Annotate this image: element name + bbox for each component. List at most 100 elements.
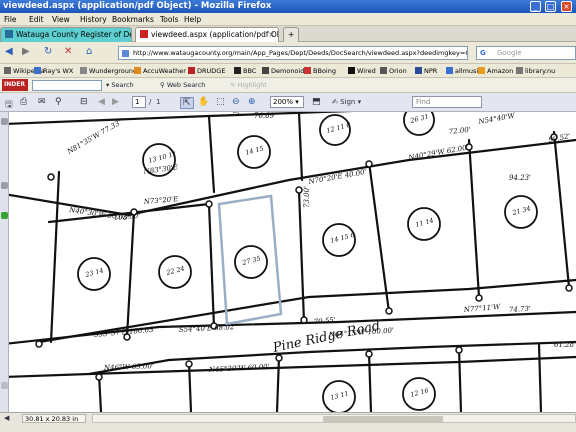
google-icon: G: [480, 49, 486, 57]
bookmark-demonoid[interactable]: Demonoid: [262, 67, 304, 75]
menu-help[interactable]: Help: [184, 15, 201, 24]
attachments-panel-icon[interactable]: [1, 212, 8, 219]
toolbar-search-field[interactable]: [32, 80, 102, 91]
bookmarks-toolbar: Wikipedia Ray's WX Wunderground AccuWeather…: [0, 64, 576, 78]
bookmark-wunderground[interactable]: Wunderground: [80, 67, 137, 75]
bearing-label: N54°40'W: [477, 112, 516, 126]
lot-number-label: 13 10 11: [147, 150, 177, 165]
bookmark-npr[interactable]: NPR: [415, 67, 437, 75]
bookmark-wired[interactable]: Wired: [348, 67, 376, 75]
fit-page-icon[interactable]: ⬒: [312, 97, 321, 107]
menu-bookmarks[interactable]: Bookmarks: [112, 15, 154, 24]
scrollbar-thumb[interactable]: [323, 416, 443, 422]
menu-tools[interactable]: Tools: [160, 15, 178, 24]
find-input[interactable]: Find: [412, 96, 482, 108]
marquee-zoom-icon[interactable]: ⬚: [216, 97, 225, 107]
toolbar-collapse-icon[interactable]: ⊟: [80, 97, 88, 107]
web-search-label: Web Search: [166, 81, 206, 89]
bookmark-label: BBC: [243, 67, 257, 75]
menu-history[interactable]: History: [80, 15, 107, 24]
save-icon[interactable]: 🖫: [5, 97, 13, 113]
bookmark-bboing[interactable]: BBoing: [304, 67, 336, 75]
highlight-button[interactable]: ✎ Highlight: [230, 81, 267, 89]
page-number-input[interactable]: 1: [132, 96, 146, 108]
bookmark-accuweather[interactable]: AccuWeather: [134, 67, 186, 75]
tab-register-of-deeds[interactable]: Watauga County Register of Deeds: [0, 27, 132, 42]
hand-tool-icon[interactable]: ✋: [198, 97, 209, 107]
back-button[interactable]: ◀: [5, 46, 13, 57]
next-page-icon[interactable]: ▶: [112, 97, 119, 107]
search-icon[interactable]: ⚲: [55, 97, 62, 107]
menu-view[interactable]: View: [52, 15, 70, 24]
new-tab-button[interactable]: +: [283, 27, 299, 42]
bookmark-allmusic[interactable]: allmusic: [446, 67, 482, 75]
addon-toolbar: INDER ▾ Search ⚲ Web Search ✎ Highlight: [0, 78, 576, 93]
bookmark-library-nu[interactable]: library.nu: [516, 67, 555, 75]
home-button[interactable]: ⌂: [86, 46, 92, 57]
bearing-label: N70°20'E 40.00': [307, 168, 367, 186]
pdf-document-view[interactable]: Pine Ridge Road N81°35'W 77.33' N40°30'W 5…: [9, 112, 576, 412]
tab-label: Watauga County Register of Deeds: [16, 30, 131, 39]
survey-point: [365, 160, 373, 168]
email-icon[interactable]: ✉: [38, 97, 46, 107]
bookmark-favicon-icon: [134, 67, 141, 74]
search-dropdown-button[interactable]: ▾ Search: [106, 81, 134, 89]
bearing-label: N46°W 65.00': [103, 362, 154, 372]
forward-button[interactable]: ▶: [22, 46, 30, 57]
bearing-label: N81°35'W 77.33': [65, 118, 123, 156]
survey-point: [455, 346, 463, 354]
bookmark-favicon-icon: [188, 67, 195, 74]
bearing-label: N77°11'W: [462, 303, 501, 314]
bookmark-label: DRUDGE: [197, 67, 226, 75]
scroll-left-icon[interactable]: ◀: [4, 414, 9, 422]
survey-point: [205, 200, 213, 208]
plat-line: [537, 342, 543, 412]
deed-plat-drawing: Pine Ridge RoadN81°35'W 77.33'N40°30'W 5…: [9, 112, 576, 412]
print-icon[interactable]: ⎙: [20, 97, 27, 107]
bearing-label: 72.00': [448, 126, 471, 136]
minimize-button[interactable]: _: [530, 1, 541, 12]
maximize-button[interactable]: □: [545, 1, 556, 12]
reload-button[interactable]: ↻: [44, 46, 52, 57]
web-search-button[interactable]: ⚲ Web Search: [160, 81, 205, 89]
search-input[interactable]: G Google: [476, 46, 576, 60]
survey-point: [300, 316, 308, 324]
comments-panel-icon[interactable]: [1, 382, 8, 389]
zoom-in-icon[interactable]: ⊕: [248, 97, 256, 107]
bookmark-ray-s-wx[interactable]: Ray's WX: [34, 67, 73, 75]
bookmark-label: Demonoid: [271, 67, 305, 75]
survey-point: [365, 350, 373, 358]
pdf-toolbar: 🖫 ⎙ ✉ ⚲ ⊟ ◀ ▶ 1 / 1 ⇱ ✋ ⬚ ⊖ ⊕ 200% ▾ ⬒ ✍…: [0, 93, 576, 112]
bookmark-amazon[interactable]: Amazon: [478, 67, 513, 75]
toolbar-logo[interactable]: INDER: [2, 79, 28, 91]
horizontal-scrollbar[interactable]: [92, 414, 576, 423]
lot-number-label: 12 11 6: [325, 121, 351, 135]
stop-button[interactable]: ✕: [64, 46, 72, 57]
menu-edit[interactable]: Edit: [29, 15, 44, 24]
pdf-side-panel: [0, 112, 9, 412]
survey-point: [385, 307, 393, 315]
bookmark-favicon-icon: [80, 67, 87, 74]
bearing-label: N45°30'W 60.00': [208, 363, 270, 374]
bookmark-label: Amazon: [487, 67, 514, 75]
survey-point: [295, 186, 303, 194]
close-tab-icon[interactable]: ×: [268, 30, 275, 39]
close-window-button[interactable]: ×: [561, 1, 572, 12]
menu-file[interactable]: File: [4, 15, 17, 24]
pages-panel-icon[interactable]: [1, 118, 8, 125]
bookmark-favicon-icon: [348, 67, 355, 74]
page-separator: /: [149, 98, 152, 106]
bookmark-bbc[interactable]: BBC: [234, 67, 256, 75]
sign-button[interactable]: ✍ Sign ▾: [332, 98, 361, 106]
previous-page-icon[interactable]: ◀: [98, 97, 105, 107]
zoom-out-icon[interactable]: ⊖: [232, 97, 240, 107]
bookmark-favicon-icon: [446, 67, 453, 74]
bookmarks-panel-icon[interactable]: [1, 182, 8, 189]
tab-viewdeed[interactable]: viewdeed.aspx (application/pdf Ob... ×: [135, 27, 279, 42]
address-bar[interactable]: http://www.wataugacounty.org/main/App_Pa…: [118, 46, 468, 60]
select-tool-icon[interactable]: ⇱: [180, 97, 194, 109]
zoom-select[interactable]: 200% ▾: [270, 96, 304, 108]
status-bar: ◀ 30.81 x 20.83 in: [0, 412, 576, 432]
bookmark-drudge[interactable]: DRUDGE: [188, 67, 225, 75]
bookmark-orion[interactable]: Orion: [380, 67, 407, 75]
